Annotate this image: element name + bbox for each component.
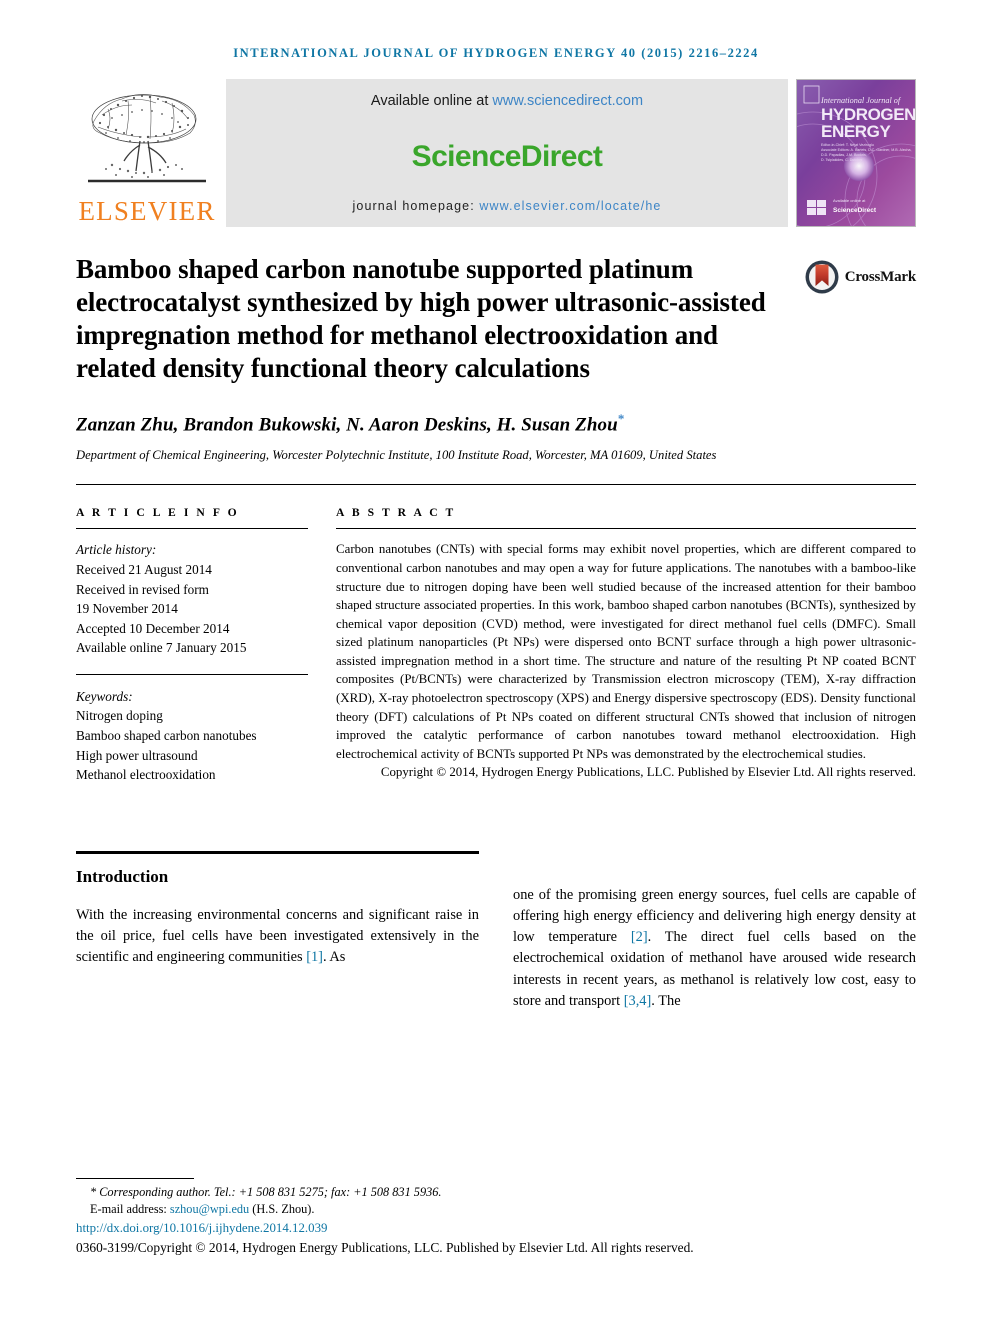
keyword-item: High power ultrasound xyxy=(76,747,198,763)
introduction-heading: Introduction xyxy=(76,866,169,886)
crossmark-icon[interactable] xyxy=(804,259,840,295)
abstract-copyright: Copyright © 2014, Hydrogen Energy Public… xyxy=(380,765,916,780)
affiliation: Department of Chemical Engineering, Worc… xyxy=(76,448,717,463)
elsevier-tree-icon xyxy=(88,94,206,183)
intro-text-1: With the increasing environmental concer… xyxy=(76,906,479,966)
journal-homepage-prefix: journal homepage: xyxy=(352,199,480,213)
svg-text:Available online at: Available online at xyxy=(833,198,866,203)
keyword-item: Bamboo shaped carbon nanotubes xyxy=(76,728,257,744)
introduction-paragraph-left: With the increasing environmental concer… xyxy=(76,905,479,969)
journal-homepage-line: journal homepage: www.elsevier.com/locat… xyxy=(353,199,662,213)
intro-text-5: . The xyxy=(651,992,681,1009)
email-label: E-mail address: xyxy=(90,1202,170,1217)
email-owner: (H.S. Zhou). xyxy=(249,1202,315,1217)
article-history-block: Article history: Received 21 August 2014… xyxy=(76,540,308,658)
keywords-rule xyxy=(76,673,308,675)
footnote-rule xyxy=(76,1178,194,1179)
title-row: Bamboo shaped carbon nanotube supported … xyxy=(76,253,916,385)
article-info-column: A R T I C L E I N F O Article history: R… xyxy=(76,506,308,785)
svg-text:International Journal of: International Journal of xyxy=(820,96,902,105)
introduction-rule xyxy=(76,850,479,854)
svg-text:D. Tsiplakides, C. Dutcher: D. Tsiplakides, C. Dutcher xyxy=(821,158,863,162)
keywords-block: Keywords: Nitrogen doping Bamboo shaped … xyxy=(76,687,308,785)
svg-text:Associate Editors: A. Bartels,: Associate Editors: A. Bartels, D.C. Gard… xyxy=(821,148,911,152)
article-info-rule xyxy=(76,528,308,530)
body-column-left: Introduction With the increasing environ… xyxy=(76,850,479,1012)
history-item: Accepted 10 December 2014 xyxy=(76,620,230,636)
issn-copyright-line: 0360-3199/Copyright © 2014, Hydrogen Ene… xyxy=(76,1239,694,1255)
crossmark-badge[interactable]: CrossMark xyxy=(784,253,916,385)
abstract-body: Carbon nanotubes (CNTs) with special for… xyxy=(336,542,916,761)
article-info-heading: A R T I C L E I N F O xyxy=(76,506,240,520)
elsevier-logo: ELSEVIER xyxy=(76,79,218,227)
history-item: 19 November 2014 xyxy=(76,601,178,617)
page-footnote: * Corresponding author. Tel.: +1 508 831… xyxy=(76,1178,916,1256)
doi-link[interactable]: http://dx.doi.org/10.1016/j.ijhydene.201… xyxy=(76,1221,916,1236)
introduction-paragraph-right: one of the promising green energy source… xyxy=(513,885,916,1012)
abstract-rule xyxy=(336,528,916,530)
available-online-prefix: Available online at xyxy=(370,93,493,109)
citation-2[interactable]: [2] xyxy=(631,929,648,945)
crossmark-label: CrossMark xyxy=(844,268,916,285)
keywords-label: Keywords: xyxy=(76,688,133,704)
sciencedirect-banner: Available online at www.sciencedirect.co… xyxy=(226,79,788,227)
journal-cover-artwork: International Journal of HYDROGEN ENERGY… xyxy=(797,80,915,226)
email-link[interactable]: szhou@wpi.edu xyxy=(170,1202,249,1216)
svg-text:ScienceDirect: ScienceDirect xyxy=(833,207,877,214)
sciencedirect-wordmark: ScienceDirect xyxy=(411,140,603,173)
sciencedirect-url-link[interactable]: www.sciencedirect.com xyxy=(492,93,643,109)
citation-1[interactable]: [1] xyxy=(306,949,323,965)
body-column-right: one of the promising green energy source… xyxy=(513,851,916,1012)
info-abstract-section: A R T I C L E I N F O Article history: R… xyxy=(76,506,916,785)
svg-text:D.D. Papadias, J.M. Bockris,: D.D. Papadias, J.M. Bockris, xyxy=(821,153,867,157)
abstract-column: A B S T R A C T Carbon nanotubes (CNTs) … xyxy=(336,506,916,785)
body-columns: Introduction With the increasing environ… xyxy=(76,850,916,1012)
keyword-item: Nitrogen doping xyxy=(76,708,163,724)
history-item: Available online 7 January 2015 xyxy=(76,640,247,656)
paper-page: INTERNATIONAL JOURNAL OF HYDROGEN ENERGY… xyxy=(0,0,992,1323)
citation-3-4[interactable]: [3,4] xyxy=(624,993,652,1009)
svg-text:ENERGY: ENERGY xyxy=(821,122,891,141)
svg-text:Editor-in-Chief: T. Nejat Vezi: Editor-in-Chief: T. Nejat Veziroglu xyxy=(821,143,874,147)
article-history-label: Article history: xyxy=(76,542,157,558)
elsevier-wordmark: ELSEVIER xyxy=(78,196,216,226)
column-spacer xyxy=(513,851,916,885)
abstract-heading: A B S T R A C T xyxy=(336,506,456,520)
intro-text-2: . As xyxy=(322,949,346,966)
title-divider xyxy=(76,484,916,486)
masthead: ELSEVIER Available online at www.science… xyxy=(76,79,916,227)
corresponding-author-marker[interactable]: * xyxy=(618,411,625,426)
author-names: Zanzan Zhu, Brandon Bukowski, N. Aaron D… xyxy=(76,414,618,436)
keyword-item: Methanol electrooxidation xyxy=(76,767,216,783)
email-line: E-mail address: szhou@wpi.edu (H.S. Zhou… xyxy=(76,1201,916,1218)
page-title: Bamboo shaped carbon nanotube supported … xyxy=(76,254,766,383)
corresponding-author-note: * Corresponding author. Tel.: +1 508 831… xyxy=(90,1185,442,1199)
history-item: Received 21 August 2014 xyxy=(76,561,212,577)
history-item: Received in revised form xyxy=(76,581,209,597)
journal-cover-thumbnail: International Journal of HYDROGEN ENERGY… xyxy=(796,79,916,227)
running-head: INTERNATIONAL JOURNAL OF HYDROGEN ENERGY… xyxy=(233,46,759,60)
journal-homepage-link[interactable]: www.elsevier.com/locate/he xyxy=(479,199,661,213)
author-list: Zanzan Zhu, Brandon Bukowski, N. Aaron D… xyxy=(76,411,916,436)
available-online-line: Available online at www.sciencedirect.co… xyxy=(371,93,643,109)
